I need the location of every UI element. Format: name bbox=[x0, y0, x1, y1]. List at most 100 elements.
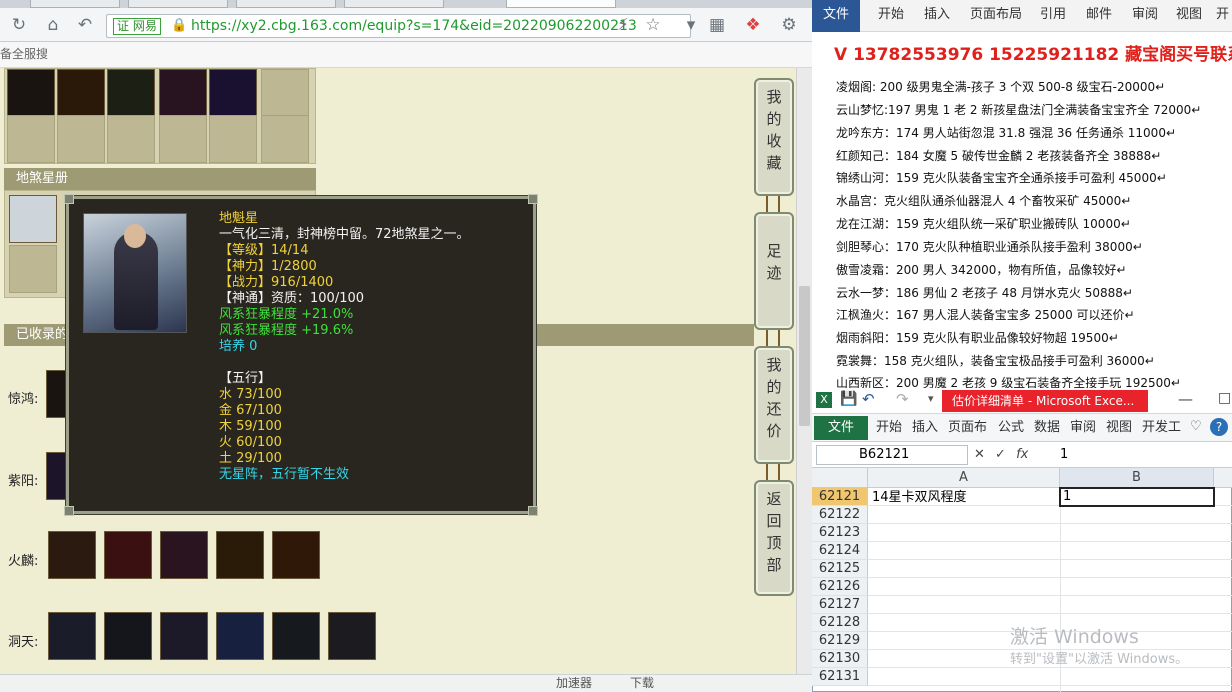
accelerator-label[interactable]: 加速器 bbox=[556, 675, 592, 692]
word-tab-review[interactable]: 审阅 bbox=[1132, 0, 1158, 30]
excel-tab-review[interactable]: 审阅 bbox=[1070, 414, 1096, 442]
help-icon[interactable]: ? bbox=[1210, 418, 1228, 436]
empty-slot[interactable] bbox=[7, 115, 55, 163]
confirm-icon[interactable]: ✓ bbox=[995, 447, 1006, 462]
word-tab-mailings[interactable]: 邮件 bbox=[1086, 0, 1112, 30]
equipment-icon[interactable] bbox=[209, 69, 257, 117]
row-header[interactable]: 62122 bbox=[812, 506, 868, 524]
column-header-a[interactable]: A bbox=[868, 468, 1060, 488]
excel-tab-insert[interactable]: 插入 bbox=[912, 414, 938, 442]
item-icon[interactable] bbox=[104, 612, 152, 660]
item-icon[interactable] bbox=[48, 612, 96, 660]
row-header[interactable]: 62125 bbox=[812, 560, 868, 578]
equipment-icon[interactable] bbox=[159, 69, 207, 117]
word-file-tab[interactable]: 文件 bbox=[812, 0, 860, 32]
page-scrollbar[interactable] bbox=[796, 68, 812, 674]
item-icon[interactable] bbox=[160, 531, 208, 579]
star-card-icon[interactable] bbox=[9, 195, 57, 243]
row-header[interactable]: 62127 bbox=[812, 596, 868, 614]
word-tab-more[interactable]: 开 bbox=[1216, 0, 1229, 30]
redo-icon[interactable]: ↷ bbox=[896, 390, 909, 408]
empty-slot[interactable] bbox=[107, 115, 155, 163]
wrench-icon[interactable]: ⚙ bbox=[778, 14, 800, 36]
home-icon[interactable]: ⌂ bbox=[42, 14, 64, 36]
browser-tab[interactable] bbox=[30, 0, 120, 8]
word-tab-references[interactable]: 引用 bbox=[1040, 0, 1066, 30]
excel-tab-home[interactable]: 开始 bbox=[876, 414, 902, 442]
my-favorites-button[interactable]: 我的收藏 bbox=[754, 78, 794, 196]
fx-icon[interactable]: fx bbox=[1016, 447, 1028, 462]
item-icon[interactable] bbox=[216, 531, 264, 579]
select-all-corner[interactable] bbox=[812, 468, 868, 488]
row-header[interactable]: 62128 bbox=[812, 614, 868, 632]
item-icon[interactable] bbox=[104, 531, 152, 579]
item-icon[interactable] bbox=[160, 612, 208, 660]
scrollbar-thumb[interactable] bbox=[799, 286, 810, 426]
footprint-button[interactable]: 足迹 bbox=[754, 212, 794, 330]
back-to-top-button[interactable]: 返回顶部 bbox=[754, 480, 794, 596]
browser-tab-active[interactable] bbox=[506, 0, 616, 8]
gamepad-icon[interactable]: ❖ bbox=[742, 14, 764, 36]
minimize-icon[interactable]: — bbox=[1178, 390, 1193, 408]
card-shenli: 【神力】1/2800 bbox=[219, 259, 317, 274]
empty-slot[interactable] bbox=[57, 115, 105, 163]
empty-slot[interactable] bbox=[159, 115, 207, 163]
equipment-icon[interactable]: #e1::after{} bbox=[7, 69, 55, 117]
row-header[interactable]: 62130 bbox=[812, 650, 868, 668]
grid-icon[interactable]: ▦ bbox=[706, 14, 728, 36]
browser-tab[interactable] bbox=[236, 0, 336, 8]
url-text[interactable]: https://xy2.cbg.163.com/equip?s=174&eid=… bbox=[191, 18, 637, 35]
row-header[interactable]: 62124 bbox=[812, 542, 868, 560]
empty-slot[interactable] bbox=[261, 115, 309, 163]
browser-tab[interactable] bbox=[344, 0, 444, 8]
excel-tab-formulas[interactable]: 公式 bbox=[998, 414, 1024, 442]
download-label[interactable]: 下载 bbox=[630, 675, 654, 692]
row-header[interactable]: 62121 bbox=[812, 488, 868, 506]
my-counteroffer-button[interactable]: 我的还价 bbox=[754, 346, 794, 464]
row-header[interactable]: 62129 bbox=[812, 632, 868, 650]
browser-tab[interactable] bbox=[128, 0, 228, 8]
item-icon[interactable] bbox=[272, 612, 320, 660]
word-tab-view[interactable]: 视图 bbox=[1176, 0, 1202, 30]
item-icon[interactable] bbox=[216, 612, 264, 660]
excel-tab-data[interactable]: 数据 bbox=[1034, 414, 1060, 442]
excel-tab-pagelayout[interactable]: 页面布 bbox=[948, 414, 987, 442]
lightning-icon[interactable]: ⚡ bbox=[612, 14, 634, 36]
back-icon[interactable]: ↶ bbox=[74, 14, 96, 36]
qat-dropdown-icon[interactable]: ▾ bbox=[928, 392, 934, 405]
equipment-icon[interactable] bbox=[107, 69, 155, 117]
cancel-icon[interactable]: ✕ bbox=[974, 447, 985, 462]
row-header[interactable]: 62131 bbox=[812, 668, 868, 686]
word-tab-layout[interactable]: 页面布局 bbox=[970, 0, 1022, 30]
excel-tab-developer[interactable]: 开发工 bbox=[1142, 414, 1181, 442]
excel-tab-view[interactable]: 视图 bbox=[1106, 414, 1132, 442]
item-icon[interactable] bbox=[48, 531, 96, 579]
maximize-icon[interactable]: □ bbox=[1218, 390, 1231, 406]
word-tab-insert[interactable]: 插入 bbox=[924, 0, 950, 30]
item-icon[interactable] bbox=[328, 612, 376, 660]
address-bar[interactable]: 证 网易 🔒 https://xy2.cbg.163.com/equip?s=1… bbox=[106, 14, 691, 38]
refresh-icon[interactable]: ↻ bbox=[8, 14, 30, 36]
grid-row bbox=[868, 560, 1232, 578]
excel-file-tab[interactable]: 文件 bbox=[814, 416, 868, 440]
save-icon[interactable]: 💾 bbox=[840, 391, 857, 407]
star-icon[interactable]: ☆ bbox=[642, 14, 664, 36]
formula-input[interactable]: 1 bbox=[1060, 445, 1068, 465]
dropdown-icon[interactable]: ▾ bbox=[680, 14, 702, 36]
empty-slot[interactable] bbox=[9, 245, 57, 293]
collapse-ribbon-icon[interactable]: ♡ bbox=[1190, 419, 1202, 434]
empty-slot[interactable] bbox=[261, 69, 309, 117]
empty-slot[interactable] bbox=[209, 115, 257, 163]
column-header-b[interactable]: B bbox=[1060, 468, 1214, 488]
word-tab-home[interactable]: 开始 bbox=[878, 0, 904, 30]
equipment-icon[interactable] bbox=[57, 69, 105, 117]
name-box[interactable]: B62121 bbox=[816, 445, 968, 465]
item-icon[interactable] bbox=[272, 531, 320, 579]
row-header[interactable]: 62126 bbox=[812, 578, 868, 596]
row-header[interactable]: 62123 bbox=[812, 524, 868, 542]
grid-row bbox=[868, 596, 1232, 614]
cell-a62121[interactable]: 14星卡双风程度 bbox=[872, 489, 967, 506]
undo-icon[interactable]: ↶ bbox=[862, 390, 875, 408]
cell-b62121-active[interactable]: 1 bbox=[1059, 487, 1215, 507]
bookmark-item[interactable]: 备全服搜 bbox=[0, 47, 48, 61]
